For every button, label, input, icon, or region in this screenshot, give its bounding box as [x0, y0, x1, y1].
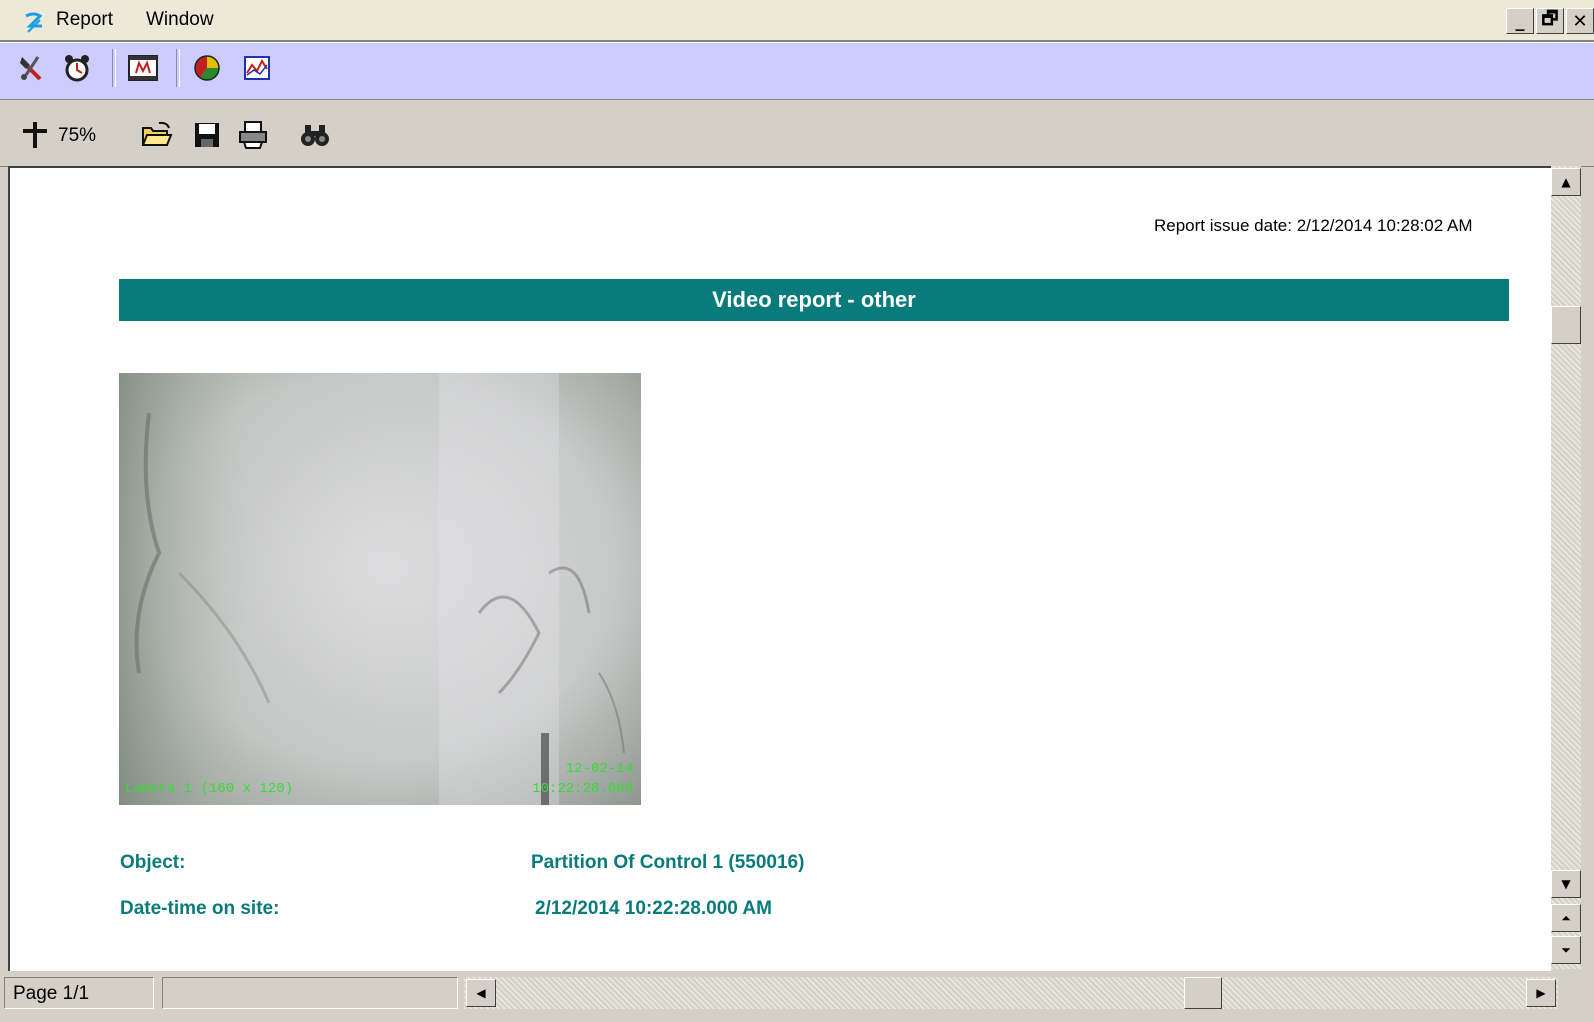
toolbar-separator: [112, 49, 116, 87]
minimize-button[interactable]: _: [1506, 8, 1534, 34]
horizontal-scroll-thumb[interactable]: [1184, 977, 1222, 1009]
main-toolbar: [0, 42, 1594, 100]
vertical-scrollbar[interactable]: ▲ ▼ ⏶ ⏷: [1551, 166, 1581, 969]
scroll-right-button[interactable]: ▶: [1526, 979, 1556, 1007]
horizontal-scrollbar[interactable]: ◀ ▶: [464, 977, 1558, 1009]
report-title: Video report - other: [712, 287, 916, 312]
scroll-down-button[interactable]: ▼: [1551, 870, 1581, 898]
line-chart-icon[interactable]: [240, 51, 274, 85]
restore-button[interactable]: 🗗: [1536, 8, 1564, 34]
tools-icon[interactable]: [14, 51, 48, 85]
find-binoculars-icon[interactable]: [298, 118, 332, 152]
report-preview: Report issue date: 2/12/2014 10:28:02 AM…: [8, 166, 1551, 971]
camera-snapshot: Lamera 1 (160 x 120) 12-02-14 10:22:28.0…: [119, 373, 641, 805]
scroll-up-button[interactable]: ▲: [1551, 168, 1581, 196]
open-folder-icon[interactable]: [140, 118, 174, 152]
object-value: Partition Of Control 1 (550016): [531, 852, 805, 873]
close-button[interactable]: ✕: [1566, 8, 1594, 34]
camera-date-overlay: 12-02-14: [565, 761, 633, 777]
video-film-icon[interactable]: [126, 51, 160, 85]
zoom-level[interactable]: 75%: [58, 125, 96, 147]
datetime-value: 2/12/2014 10:22:28.000 AM: [535, 898, 772, 919]
report-issue-date: Report issue date: 2/12/2014 10:28:02 AM: [1154, 216, 1473, 235]
zoom-tool-icon[interactable]: [18, 118, 52, 152]
window-controls: _ 🗗 ✕: [1506, 8, 1594, 34]
datetime-label: Date-time on site:: [120, 898, 280, 919]
toolbar-separator: [176, 49, 180, 87]
app-logo-icon: [25, 12, 43, 33]
alarm-clock-icon[interactable]: [60, 51, 94, 85]
object-label: Object:: [120, 852, 186, 873]
menu-report[interactable]: Report: [56, 9, 113, 31]
report-title-banner: Video report - other: [119, 279, 1509, 321]
next-page-button[interactable]: ⏷: [1551, 936, 1581, 964]
previous-page-button[interactable]: ⏶: [1551, 904, 1581, 932]
camera-image: [119, 373, 641, 805]
status-bar: Page 1/1 ◀ ▶: [0, 971, 1594, 1022]
pie-chart-icon[interactable]: [190, 51, 224, 85]
vertical-scroll-thumb[interactable]: [1551, 306, 1581, 344]
menu-window[interactable]: Window: [146, 9, 214, 31]
scroll-left-button[interactable]: ◀: [466, 979, 496, 1007]
page-indicator: Page 1/1: [4, 977, 154, 1009]
save-icon[interactable]: [190, 118, 224, 152]
camera-label: Lamera 1 (160 x 120): [125, 781, 294, 797]
print-icon[interactable]: [236, 118, 270, 152]
status-panel: [162, 977, 458, 1009]
menu-bar: Report Window _ 🗗 ✕: [0, 0, 1594, 42]
camera-time-overlay: 10:22:28.000: [532, 781, 633, 797]
report-toolbar: 75%: [0, 100, 1594, 167]
